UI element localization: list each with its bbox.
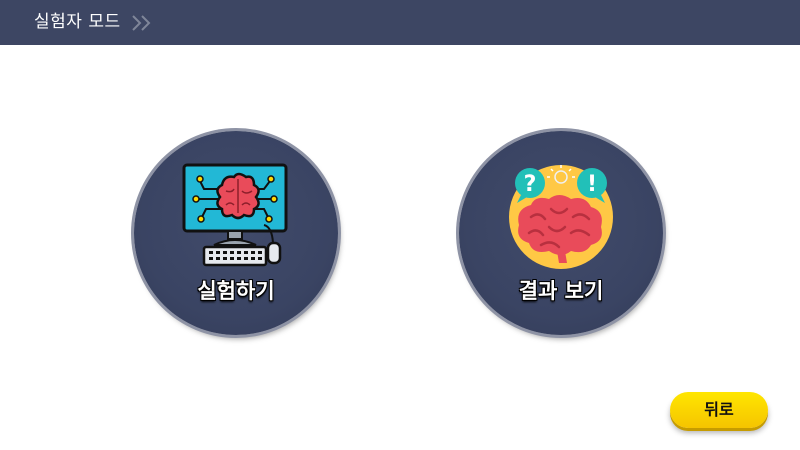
experiment-mode-button[interactable]: 실험하기 — [134, 131, 338, 335]
header-bar: 실험자 모드 — [0, 0, 800, 45]
svg-text:?: ? — [524, 172, 537, 197]
double-chevron-right-icon — [132, 15, 151, 31]
svg-text:!: ! — [587, 172, 597, 197]
results-mode-button[interactable]: ? ! 결과 보기 — [459, 131, 663, 335]
back-button-label: 뒤로 — [704, 400, 734, 419]
back-button[interactable]: 뒤로 — [670, 392, 768, 428]
computer-brain-icon — [182, 163, 288, 267]
experiment-mode-label: 실험하기 — [197, 279, 275, 303]
page-title: 실험자 모드 — [34, 12, 121, 32]
results-mode-label: 결과 보기 — [518, 279, 604, 303]
brain-question-icon: ? ! — [509, 165, 613, 269]
